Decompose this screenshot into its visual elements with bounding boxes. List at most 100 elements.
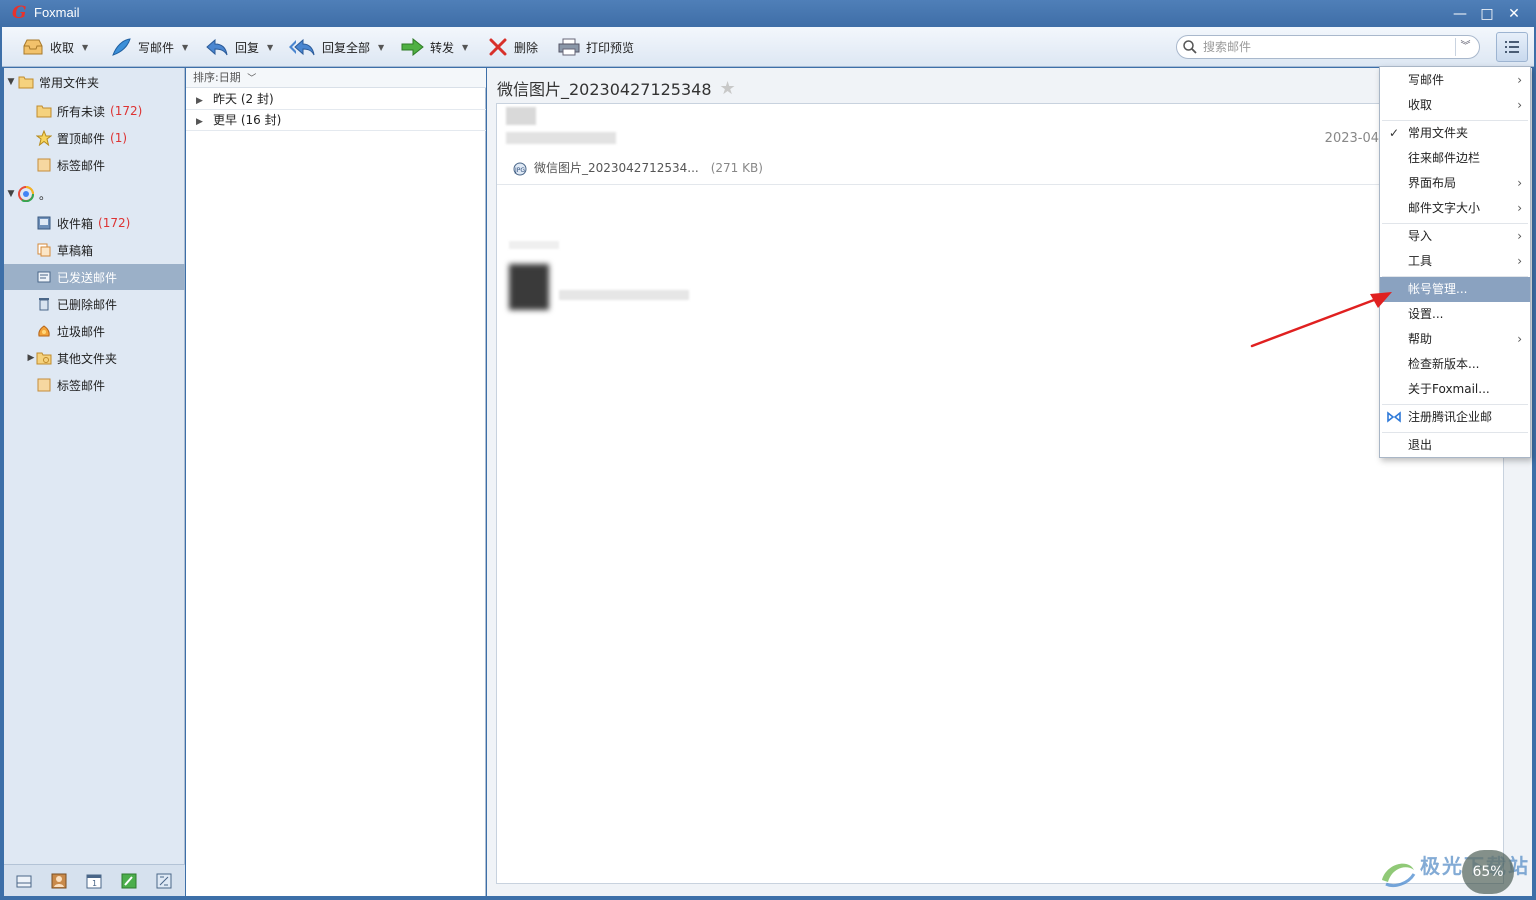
maximize-button[interactable]: □ — [1477, 4, 1497, 24]
folder-inbox[interactable]: 收件箱 (172) — [4, 210, 185, 236]
menu-label: 退出 — [1408, 438, 1433, 452]
folder-label: 置顶邮件 — [57, 131, 106, 146]
folder-other[interactable]: ▶ 其他文件夹 — [4, 345, 185, 371]
contacts-icon[interactable] — [51, 873, 67, 889]
list-group[interactable]: ▶ 更早 (16 封) — [186, 110, 486, 131]
feed-icon[interactable] — [156, 873, 172, 889]
menu-item-check-update[interactable]: 检查新版本... — [1380, 352, 1530, 377]
print-preview-button[interactable]: 打印预览 — [558, 35, 634, 59]
expand-arrow-icon[interactable]: ▶ — [196, 91, 213, 112]
delete-label: 删除 — [514, 40, 539, 55]
calendar-icon[interactable]: 1 — [86, 873, 102, 889]
delete-button[interactable]: 删除 — [488, 35, 538, 59]
folder-icon — [18, 74, 34, 90]
search-icon — [1183, 40, 1197, 54]
menu-item-favorites[interactable]: ✓ 常用文件夹 — [1380, 121, 1530, 146]
search-input[interactable] — [1203, 39, 1443, 55]
forward-dropdown-icon[interactable]: ▼ — [462, 43, 468, 52]
submenu-chevron-icon: › — [1517, 73, 1522, 87]
window-title: Foxmail — [34, 5, 80, 20]
unread-count: (172) — [110, 104, 143, 118]
menu-item-about[interactable]: 关于Foxmail... — [1380, 377, 1530, 402]
main-menu-button[interactable] — [1496, 32, 1528, 62]
reply-dropdown-icon[interactable]: ▼ — [267, 43, 273, 52]
sort-bar[interactable]: 排序:日期 ﹀ — [186, 68, 486, 88]
menu-item-help[interactable]: 帮助 › — [1380, 327, 1530, 352]
forward-label: 转发 — [430, 40, 455, 55]
menu-item-receive[interactable]: 收取 › — [1380, 93, 1530, 118]
reply-all-button[interactable]: 回复全部 ▼ — [288, 35, 384, 59]
menu-item-register-exmail[interactable]: 注册腾讯企业邮 — [1380, 405, 1530, 430]
reply-button[interactable]: 回复 ▼ — [205, 35, 273, 59]
minimize-button[interactable]: — — [1450, 4, 1470, 24]
folder-tagged[interactable]: 标签邮件 — [4, 152, 185, 178]
forward-button[interactable]: 转发 ▼ — [400, 35, 468, 59]
notes-icon[interactable] — [121, 873, 137, 889]
favorites-group[interactable]: ▼ 常用文件夹 — [4, 69, 185, 95]
menu-item-import[interactable]: 导入 › — [1380, 224, 1530, 249]
collapse-arrow-icon[interactable]: ▶ — [26, 353, 36, 363]
reply-label: 回复 — [235, 40, 260, 55]
qr-image-redacted — [509, 264, 549, 310]
menu-item-settings[interactable]: 设置... — [1380, 302, 1530, 327]
reply-all-dropdown-icon[interactable]: ▼ — [378, 43, 384, 52]
attachment-name: 微信图片_2023042712534... — [534, 161, 699, 175]
reply-all-arrow-icon — [289, 38, 315, 56]
menu-item-tools[interactable]: 工具 › — [1380, 249, 1530, 274]
folder-all-unread[interactable]: 所有未读 (172) — [4, 98, 185, 124]
account-label: 。 — [39, 187, 52, 202]
mail-card: 2023-04 JPG 微信图片_2023042712534... (271 K… — [496, 103, 1505, 884]
menu-label: 设置... — [1408, 307, 1444, 321]
folder-sent[interactable]: 已发送邮件 — [4, 264, 185, 290]
search-box[interactable]: ︾ — [1176, 35, 1480, 59]
compose-button[interactable]: 写邮件 ▼ — [110, 35, 188, 59]
receive-button[interactable]: 收取 ▼ — [22, 35, 88, 59]
menu-item-compose[interactable]: 写邮件 › — [1380, 68, 1530, 93]
mail-view-icon[interactable] — [16, 873, 32, 889]
folder-icon — [36, 350, 52, 366]
menu-item-account-management[interactable]: 帐号管理... — [1380, 277, 1530, 302]
receive-dropdown-icon[interactable]: ▼ — [82, 43, 88, 52]
tag-icon — [36, 157, 52, 173]
menu-item-contacts-sidebar[interactable]: 往来邮件边栏 — [1380, 146, 1530, 171]
foxmail-logo-icon: G — [12, 3, 27, 23]
folder-junk[interactable]: 垃圾邮件 — [4, 318, 185, 344]
menu-item-font-size[interactable]: 邮件文字大小 › — [1380, 196, 1530, 221]
star-flag-icon[interactable]: ★ — [720, 78, 736, 99]
folder-pinned[interactable]: 置顶邮件 (1) — [4, 125, 185, 151]
svg-text:JPG: JPG — [514, 167, 525, 174]
junk-icon — [36, 323, 52, 339]
search-options-chevron-icon[interactable]: ︾ — [1455, 38, 1475, 56]
folder-drafts[interactable]: 草稿箱 — [4, 237, 185, 263]
submenu-chevron-icon: › — [1517, 201, 1522, 215]
expand-arrow-icon[interactable]: ▼ — [4, 77, 18, 87]
expand-arrow-icon[interactable]: ▼ — [4, 189, 18, 199]
printer-icon — [558, 38, 580, 56]
close-button[interactable]: ✕ — [1504, 4, 1524, 24]
submenu-chevron-icon: › — [1517, 98, 1522, 112]
account-avatar-icon — [18, 186, 34, 202]
folder-tagged-account[interactable]: 标签邮件 — [4, 372, 185, 398]
account-group[interactable]: ▼ 。 — [4, 181, 185, 207]
body-text-redacted — [509, 241, 559, 249]
attachment[interactable]: JPG 微信图片_2023042712534... (271 KB) — [512, 159, 763, 176]
body-text-redacted — [559, 290, 689, 300]
folder-sidebar: ▼ 常用文件夹 所有未读 (172) 置顶邮件 (1) 标签邮件 ▼ 。 收件箱… — [4, 68, 185, 896]
menu-item-layout[interactable]: 界面布局 › — [1380, 171, 1530, 196]
expand-arrow-icon[interactable]: ▶ — [196, 112, 213, 133]
compose-dropdown-icon[interactable]: ▼ — [182, 43, 188, 52]
menu-label: 注册腾讯企业邮 — [1408, 410, 1493, 424]
menu-item-exit[interactable]: 退出 — [1380, 433, 1530, 458]
list-group[interactable]: ▶ 昨天 (2 封) — [186, 89, 486, 110]
mail-subject-row: 微信图片_20230427125348 ★ — [497, 76, 736, 100]
mail-subject: 微信图片_20230427125348 — [497, 80, 712, 99]
menu-label: 往来邮件边栏 — [1408, 151, 1481, 165]
folder-label: 草稿箱 — [57, 243, 94, 258]
forward-arrow-icon — [401, 38, 424, 56]
submenu-chevron-icon: › — [1517, 332, 1522, 346]
folder-label: 收件箱 — [57, 216, 94, 231]
folder-label: 标签邮件 — [57, 158, 106, 173]
folder-label: 已删除邮件 — [57, 297, 118, 312]
folder-deleted[interactable]: 已删除邮件 — [4, 291, 185, 317]
submenu-chevron-icon: › — [1517, 176, 1522, 190]
